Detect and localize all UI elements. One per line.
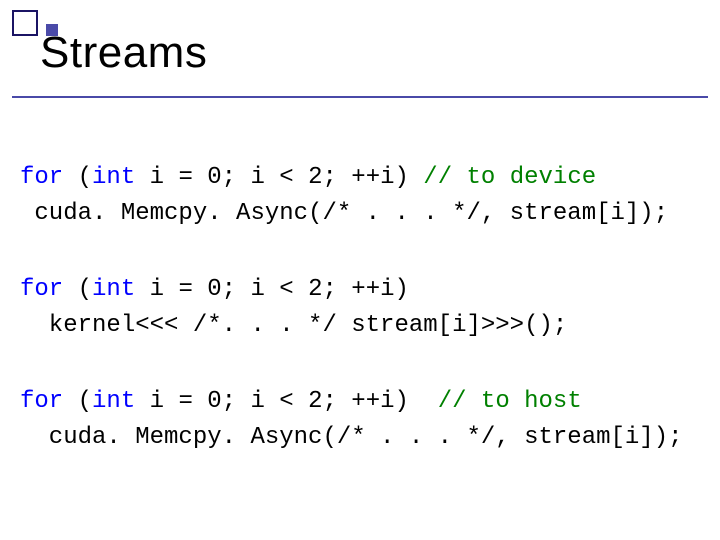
kw-int: int	[92, 388, 135, 415]
kw-int: int	[92, 164, 135, 191]
kw-for: for	[20, 164, 63, 191]
slide: Streams for (int i = 0; i < 2; ++i) // t…	[0, 0, 720, 540]
code-text: cuda. Memcpy. Async(/* . . . */, stream[…	[20, 200, 668, 227]
kw-int: int	[92, 276, 135, 303]
kw-for: for	[20, 276, 63, 303]
code-text: i = 0; i < 2; ++i)	[135, 276, 409, 303]
code-text: (	[63, 164, 92, 191]
code-body: for (int i = 0; i < 2; ++i) // to device…	[20, 124, 700, 496]
kw-for: for	[20, 388, 63, 415]
code-text: (	[63, 276, 92, 303]
code-block-1: for (int i = 0; i < 2; ++i) // to device…	[20, 160, 700, 232]
code-block-3: for (int i = 0; i < 2; ++i) // to host c…	[20, 384, 700, 456]
code-text: i = 0; i < 2; ++i)	[135, 164, 423, 191]
code-text: kernel<<< /*. . . */ stream[i]>>>();	[20, 312, 567, 339]
code-text: (	[63, 388, 92, 415]
comment: // to host	[438, 388, 582, 415]
code-block-2: for (int i = 0; i < 2; ++i) kernel<<< /*…	[20, 272, 700, 344]
slide-title: Streams	[40, 28, 207, 78]
code-text: cuda. Memcpy. Async(/* . . . */, stream[…	[20, 424, 683, 451]
decoration-square-large	[12, 10, 38, 36]
title-divider	[12, 96, 708, 98]
comment: // to device	[423, 164, 596, 191]
code-text: i = 0; i < 2; ++i)	[135, 388, 437, 415]
